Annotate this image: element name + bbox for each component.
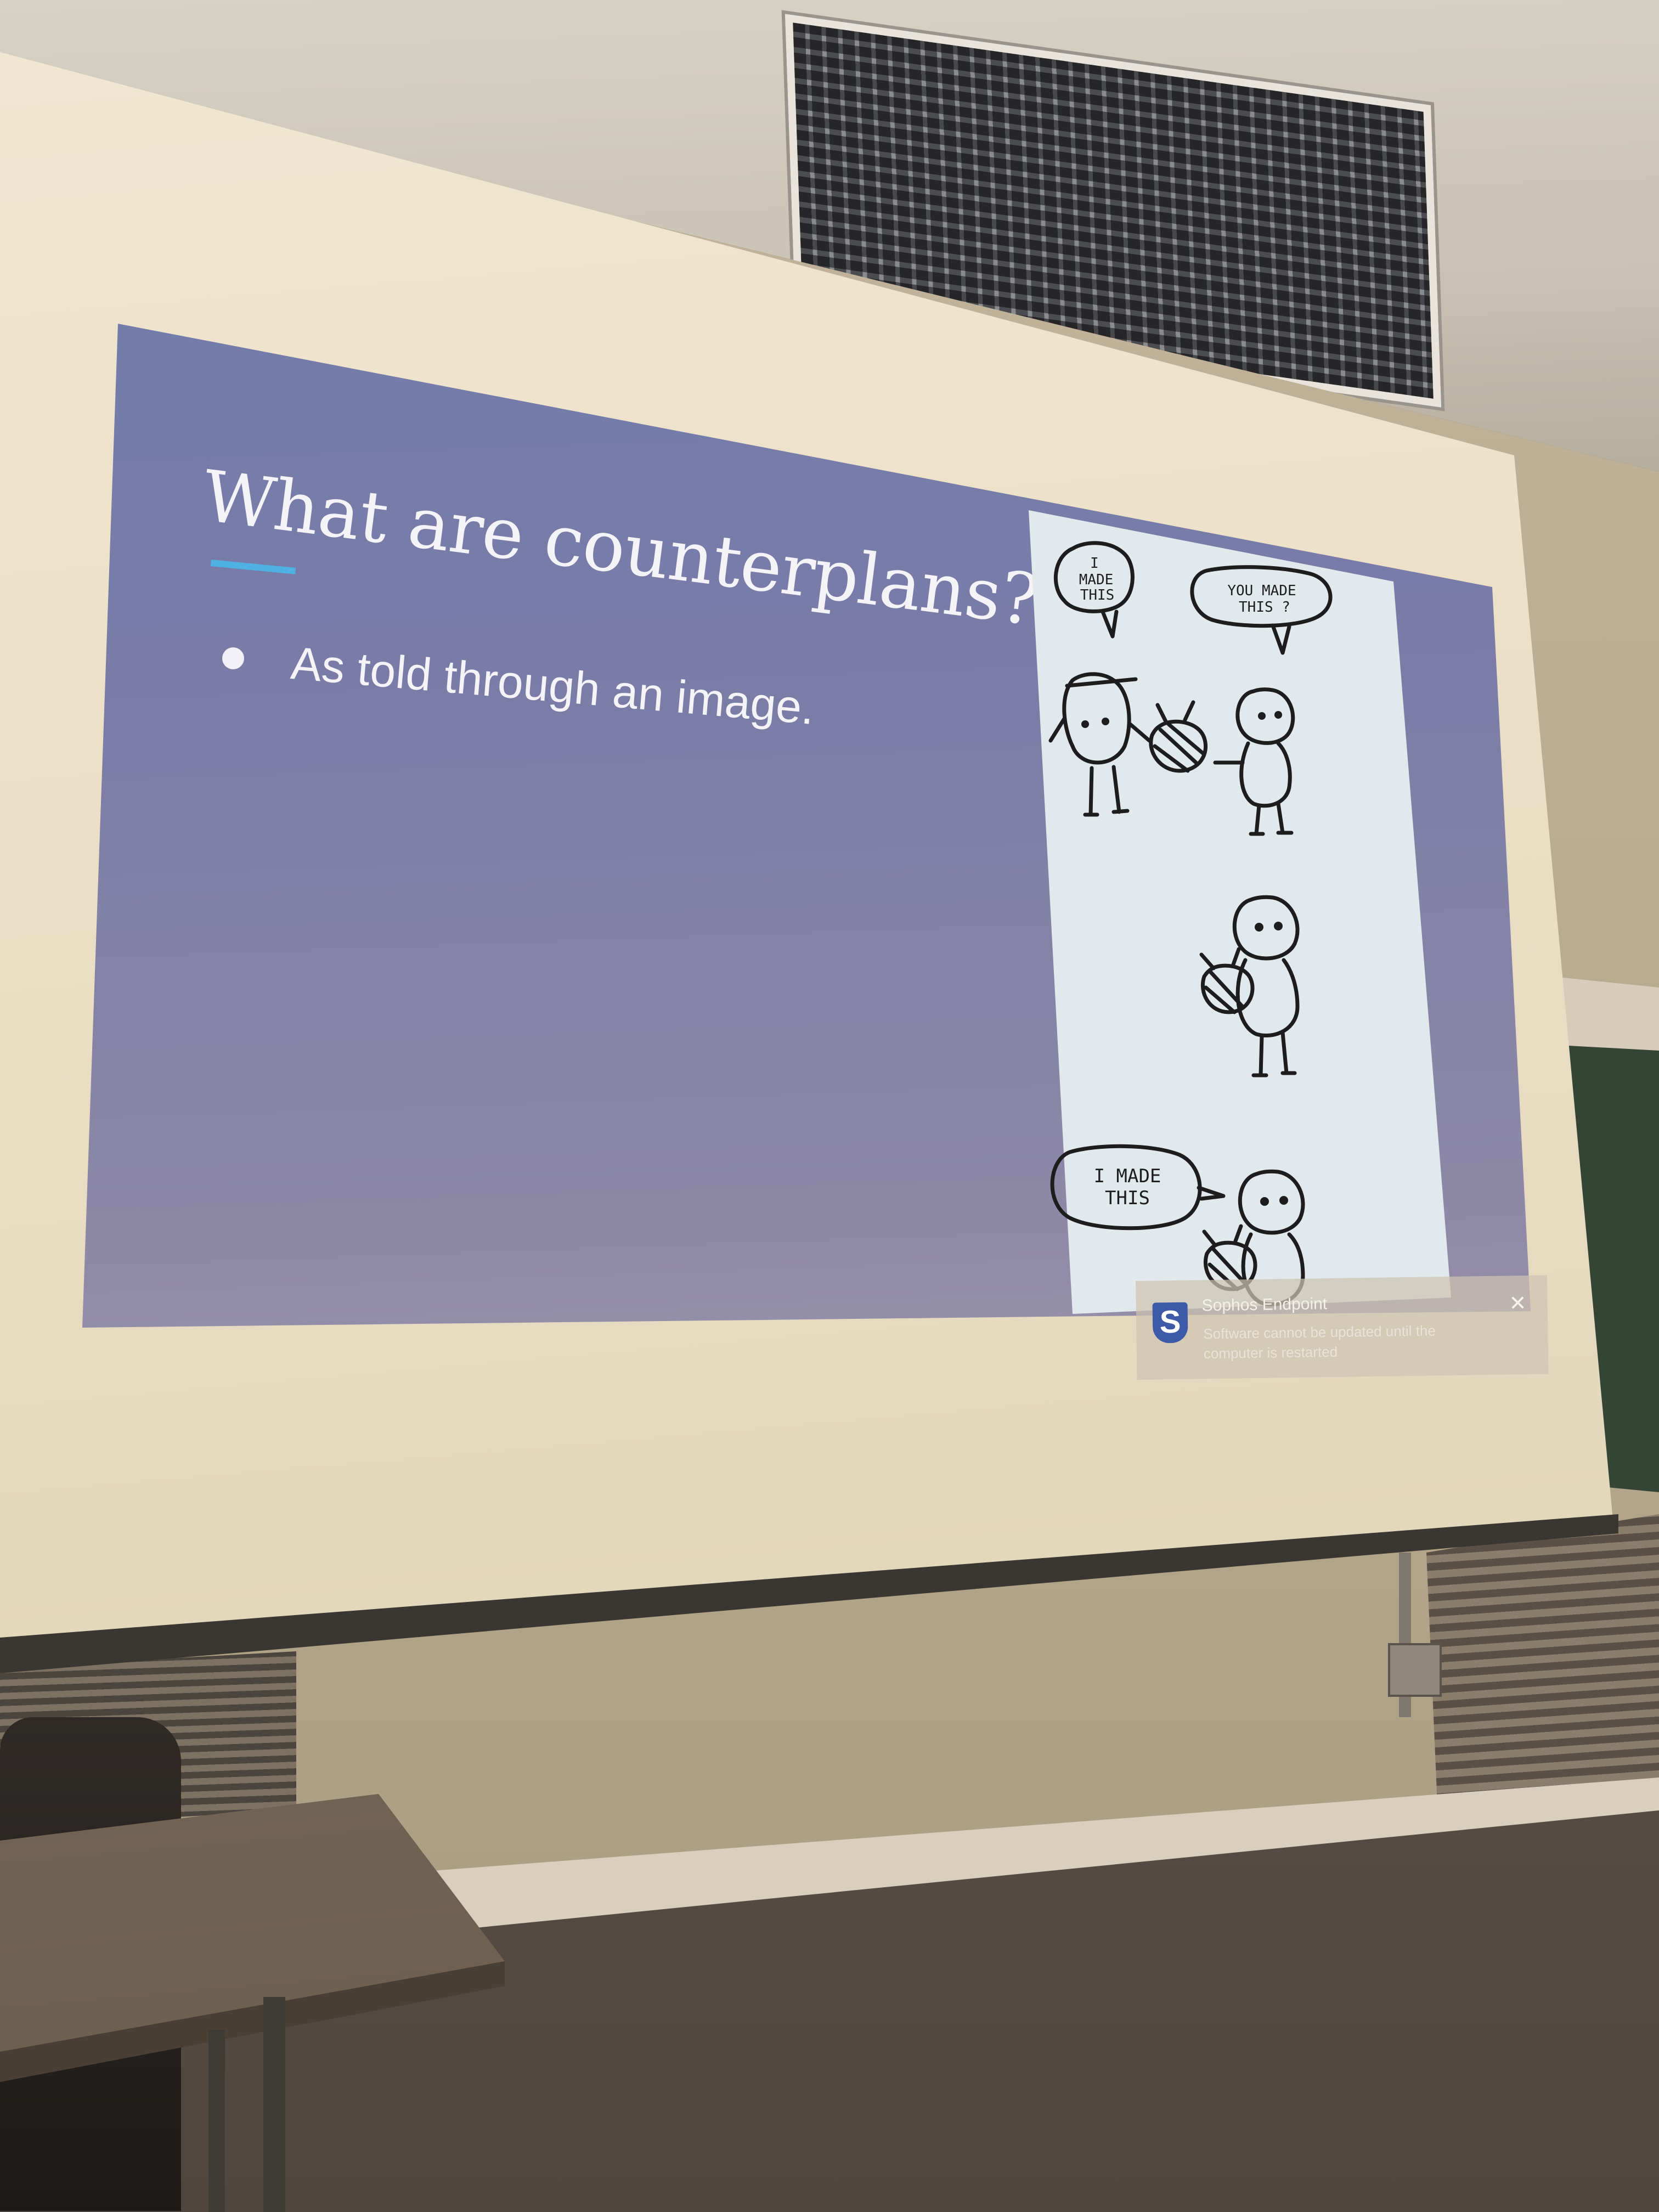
- bubble-right-line1: YOU MADE: [1227, 583, 1296, 599]
- close-icon[interactable]: ✕: [1509, 1291, 1526, 1315]
- bubble-left-line2: MADE: [1079, 572, 1114, 588]
- wall-outlet: [1388, 1643, 1442, 1697]
- figure-middle: [1232, 895, 1300, 961]
- bubble-bottom-line1: I MADE: [1094, 1165, 1161, 1187]
- bullet-dot: [222, 647, 244, 669]
- sophos-notification[interactable]: S Sophos Endpoint Software cannot be upd…: [1136, 1275, 1549, 1380]
- comic-drawing: I MADE THIS YOU MADE THIS ? I MADE THIS: [1048, 541, 1333, 1307]
- bubble-left-line1: I: [1090, 555, 1099, 572]
- bubble-bottom-line2: THIS: [1105, 1187, 1150, 1209]
- bubble-left-line3: THIS: [1080, 587, 1115, 603]
- figure-left: [1062, 672, 1131, 765]
- desk-leg: [208, 2030, 225, 2212]
- notification-message: Software cannot be updated until the com…: [1203, 1322, 1436, 1362]
- notification-title: Sophos Endpoint: [1201, 1295, 1328, 1315]
- sophos-shield-icon: S: [1152, 1302, 1188, 1344]
- bubble-right-line2: THIS ?: [1239, 599, 1290, 616]
- desk-leg: [263, 1997, 285, 2212]
- figure-bottom: [1238, 1169, 1305, 1235]
